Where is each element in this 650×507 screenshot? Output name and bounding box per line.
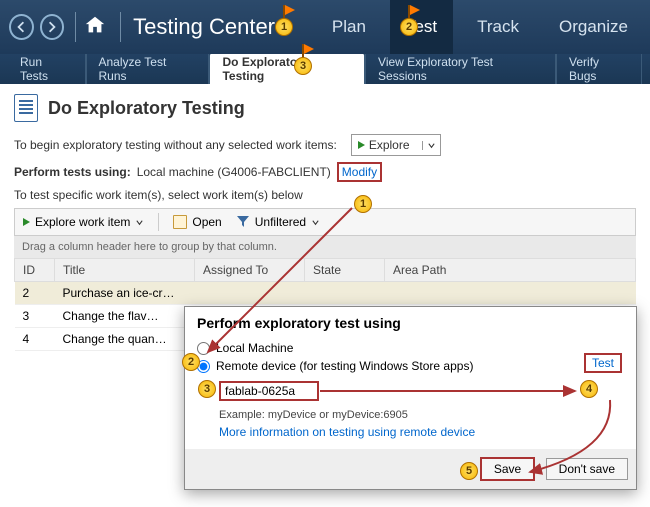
app-title: Testing Center [133, 14, 275, 40]
back-button[interactable] [9, 14, 34, 40]
play-icon [23, 218, 30, 226]
explore-work-item-button[interactable]: Explore work item [23, 215, 144, 229]
divider [75, 12, 76, 42]
subtab-verify-bugs[interactable]: Verify Bugs [556, 54, 642, 84]
step-callout-5: 5 [460, 462, 478, 480]
dont-save-button[interactable]: Don't save [546, 458, 628, 480]
opt-remote[interactable]: Remote device (for testing Windows Store… [185, 357, 636, 375]
col-assigned[interactable]: Assigned To [195, 259, 305, 282]
perform-test-popup: Perform exploratory test using Local Mac… [184, 306, 637, 490]
perform-using-value: Local machine (G4006-FABCLIENT) [137, 165, 331, 179]
test-button[interactable]: Test [584, 353, 622, 373]
document-icon [14, 94, 38, 122]
explore-dropdown[interactable] [422, 141, 440, 150]
intro-text: To begin exploratory testing without any… [14, 138, 337, 152]
subtab-view-sessions[interactable]: View Exploratory Test Sessions [365, 54, 556, 84]
save-button[interactable]: Save [480, 457, 535, 481]
flag-callout-3: 3 [294, 57, 312, 75]
popup-title: Perform exploratory test using [197, 315, 624, 331]
tab-track[interactable]: Track [461, 0, 535, 54]
flag-callout-2: 2 [400, 18, 418, 36]
opt-local[interactable]: Local Machine [185, 339, 636, 357]
step-callout-3: 3 [198, 380, 216, 398]
home-icon[interactable] [84, 14, 106, 41]
specific-text: To test specific work item(s), select wo… [14, 188, 303, 202]
col-area[interactable]: Area Path [385, 259, 636, 282]
col-id[interactable]: ID [15, 259, 55, 282]
device-input[interactable] [219, 381, 319, 401]
group-hint: Drag a column header here to group by th… [14, 236, 636, 258]
divider [120, 12, 121, 42]
filter-icon [236, 214, 250, 231]
open-button[interactable]: Open [173, 215, 221, 229]
explore-button[interactable]: Explore [351, 134, 441, 156]
example-text: Example: myDevice or myDevice:6905 [219, 409, 602, 421]
filter-button[interactable]: Unfiltered [236, 214, 320, 231]
modify-link[interactable]: Modify [342, 165, 377, 179]
more-info-link[interactable]: More information on testing using remote… [219, 425, 475, 439]
play-icon [358, 141, 365, 149]
flag-callout-1: 1 [275, 18, 293, 36]
perform-using-label: Perform tests using: [14, 165, 131, 179]
tab-plan[interactable]: Plan [316, 0, 382, 54]
col-state[interactable]: State [305, 259, 385, 282]
table-row[interactable]: 2Purchase an ice-cr… [15, 282, 636, 305]
subtab-do-exploratory[interactable]: Do Exploratory Testing [209, 54, 365, 84]
page-title: Do Exploratory Testing [48, 98, 245, 119]
step-callout-1: 1 [354, 195, 372, 213]
radio-local[interactable] [197, 342, 210, 355]
subtab-run-tests[interactable]: Run Tests [8, 54, 86, 84]
step-callout-2: 2 [182, 353, 200, 371]
subtab-analyze[interactable]: Analyze Test Runs [86, 54, 210, 84]
forward-button[interactable] [40, 14, 65, 40]
open-icon [173, 215, 187, 229]
tab-organize[interactable]: Organize [543, 0, 644, 54]
step-callout-4: 4 [580, 380, 598, 398]
col-title[interactable]: Title [55, 259, 195, 282]
